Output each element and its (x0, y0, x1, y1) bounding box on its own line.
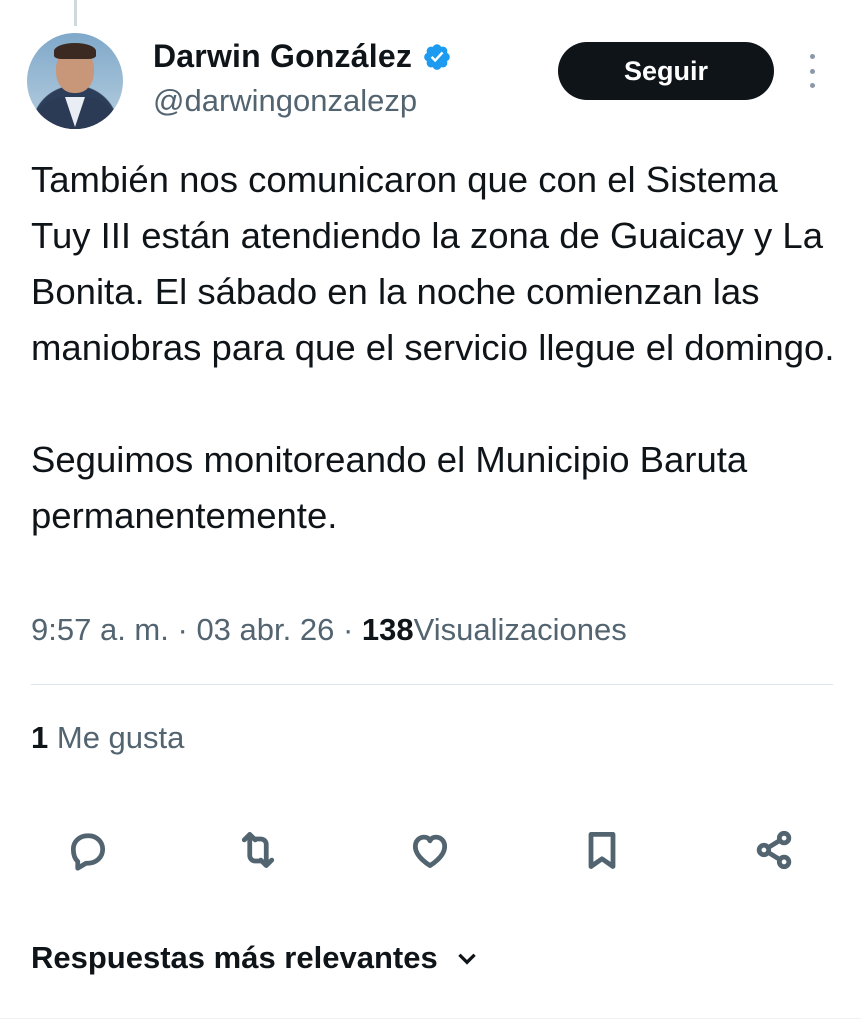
meta-separator: · (177, 612, 188, 647)
share-button[interactable] (744, 820, 804, 880)
avatar[interactable] (27, 33, 123, 129)
bookmark-button[interactable] (572, 820, 632, 880)
like-button[interactable] (400, 820, 460, 880)
views-count: 138 (361, 612, 414, 647)
reply-icon (70, 833, 106, 871)
avatar-hair (54, 43, 96, 59)
tweet-paragraph: También nos comunicaron que con el Siste… (31, 159, 835, 368)
verified-badge-icon (424, 43, 450, 70)
action-bar (0, 820, 861, 880)
more-dot (809, 54, 815, 59)
tweet-metadata: 9:57 a. m. · 03 abr. 26 · 138Visualizaci… (31, 612, 627, 648)
tweet-time[interactable]: 9:57 a. m. (31, 612, 169, 647)
tweet-date[interactable]: 03 abr. 26 (196, 612, 334, 647)
more-dot (809, 83, 815, 88)
more-options-icon[interactable] (804, 54, 820, 88)
meta-separator: · (342, 612, 354, 647)
replies-sort-label: Respuestas más relevantes (31, 940, 438, 975)
likes-label: Me gusta (56, 720, 185, 755)
thread-connector-line (74, 0, 77, 26)
chevron-down-icon (457, 953, 476, 965)
share-icon (756, 830, 792, 870)
tweet-text: También nos comunicaron que con el Siste… (31, 152, 841, 544)
likes-summary[interactable]: 1 Me gusta (31, 720, 184, 756)
author-handle[interactable]: @darwingonzalezp (153, 83, 417, 119)
bookmark-icon (588, 832, 616, 869)
follow-button[interactable]: Seguir (558, 42, 774, 100)
retweet-icon (241, 832, 275, 868)
divider (31, 684, 833, 685)
replies-sort-dropdown[interactable]: Respuestas más relevantes (31, 940, 480, 976)
retweet-button[interactable] (228, 820, 288, 880)
reply-button[interactable] (58, 820, 118, 880)
author-name[interactable]: Darwin González (153, 38, 412, 75)
like-icon (412, 834, 448, 868)
author-name-row[interactable]: Darwin González (153, 38, 452, 75)
likes-count: 1 (31, 720, 49, 755)
divider (0, 1018, 861, 1019)
tweet-paragraph: Seguimos monitoreando el Municipio Barut… (31, 439, 748, 536)
more-dot (809, 68, 815, 74)
views-label: Visualizaciones (413, 612, 627, 647)
